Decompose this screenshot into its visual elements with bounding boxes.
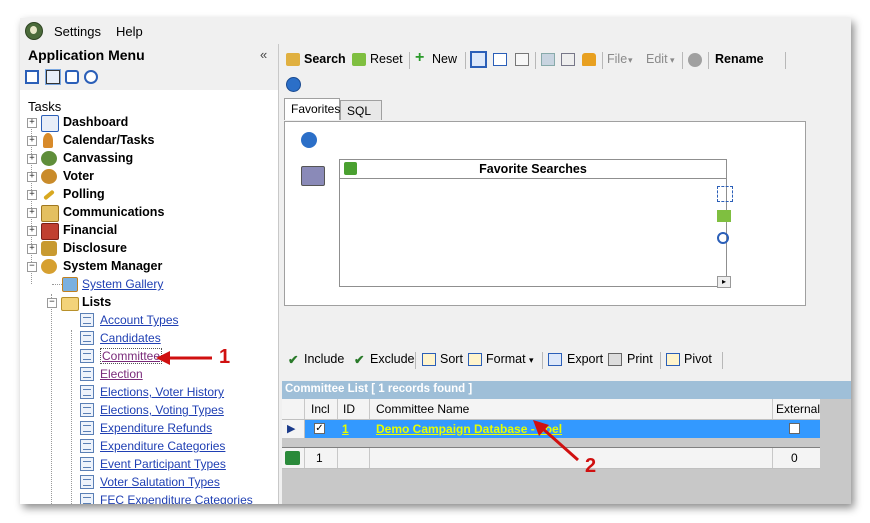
annotation-layer: [156, 351, 579, 462]
annotation-label-2: 2: [585, 455, 597, 477]
annotation-arrow-1: [156, 351, 212, 365]
annotation-arrow-2: [533, 420, 579, 462]
annotation-label-1: 1: [219, 346, 231, 368]
